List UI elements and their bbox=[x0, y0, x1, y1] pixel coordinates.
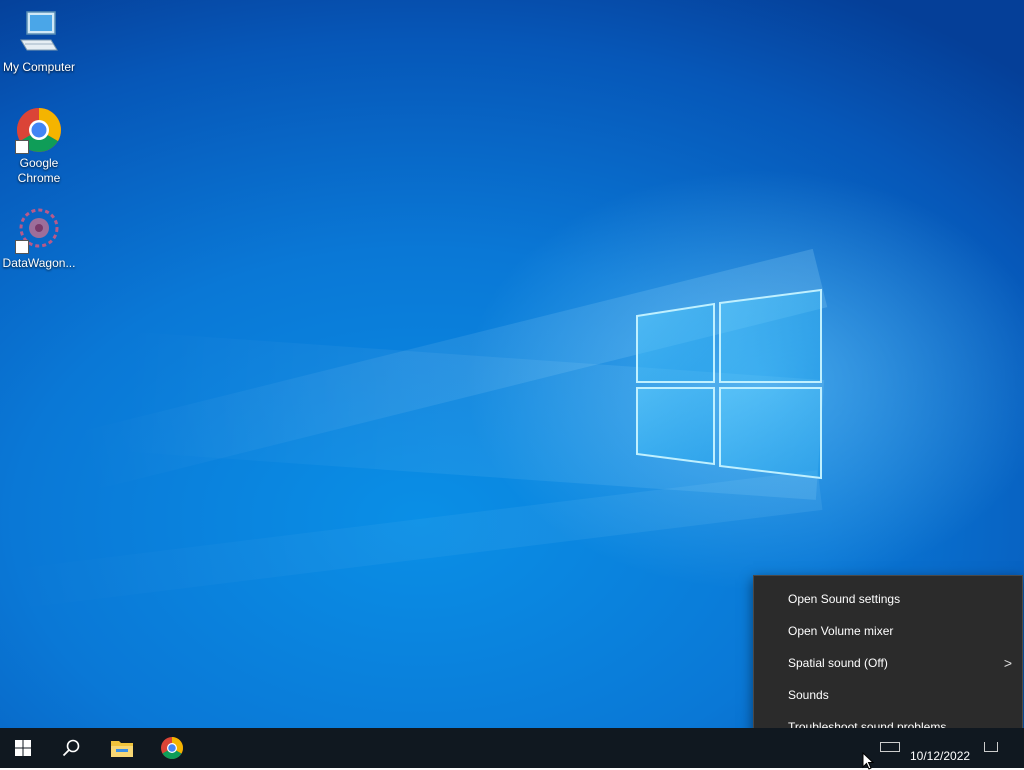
menu-item-open-volume-mixer[interactable]: Open Volume mixer bbox=[754, 615, 1022, 647]
menu-item-sounds[interactable]: Sounds bbox=[754, 679, 1022, 711]
menu-item-spatial-sound[interactable]: Spatial sound (Off) > bbox=[754, 647, 1022, 679]
menu-item-label: Open Sound settings bbox=[788, 592, 901, 606]
desktop-icon-label: My Computer bbox=[2, 60, 76, 74]
menu-item-label: Sounds bbox=[788, 688, 829, 702]
mouse-cursor-icon bbox=[862, 752, 875, 770]
search-button[interactable] bbox=[48, 728, 94, 768]
chrome-icon bbox=[15, 106, 63, 154]
computer-icon bbox=[15, 10, 63, 58]
file-explorer-button[interactable] bbox=[99, 728, 145, 768]
desktop-icon-my-computer[interactable]: My Computer bbox=[1, 10, 77, 75]
start-button[interactable] bbox=[0, 728, 46, 768]
notification-icon[interactable] bbox=[984, 742, 998, 752]
sound-context-menu: Open Sound settings Open Volume mixer Sp… bbox=[753, 575, 1023, 750]
shortcut-arrow-icon bbox=[15, 140, 29, 154]
desktop-icon-datawagon[interactable]: DataWagon... bbox=[1, 206, 77, 271]
windows-logo bbox=[636, 288, 822, 480]
menu-item-label: Open Volume mixer bbox=[788, 624, 894, 638]
shortcut-arrow-icon bbox=[15, 240, 29, 254]
start-icon bbox=[15, 740, 31, 756]
datawagon-icon bbox=[15, 206, 63, 254]
desktop-icon-google-chrome[interactable]: Google Chrome bbox=[1, 106, 77, 186]
menu-item-open-sound-settings[interactable]: Open Sound settings bbox=[754, 583, 1022, 615]
chevron-right-icon: > bbox=[1003, 655, 1012, 671]
network-icon[interactable] bbox=[880, 742, 900, 752]
desktop-icon-label: DataWagon... bbox=[2, 256, 76, 270]
chrome-icon bbox=[161, 737, 183, 759]
search-icon bbox=[62, 739, 80, 757]
chrome-taskbar-button[interactable] bbox=[149, 728, 195, 768]
file-explorer-icon bbox=[111, 741, 133, 757]
desktop-icon-label: Google Chrome bbox=[17, 156, 61, 185]
light-beam bbox=[3, 470, 823, 610]
clock-date[interactable]: 10/12/2022 bbox=[910, 749, 970, 763]
menu-item-label: Spatial sound (Off) bbox=[788, 656, 888, 670]
